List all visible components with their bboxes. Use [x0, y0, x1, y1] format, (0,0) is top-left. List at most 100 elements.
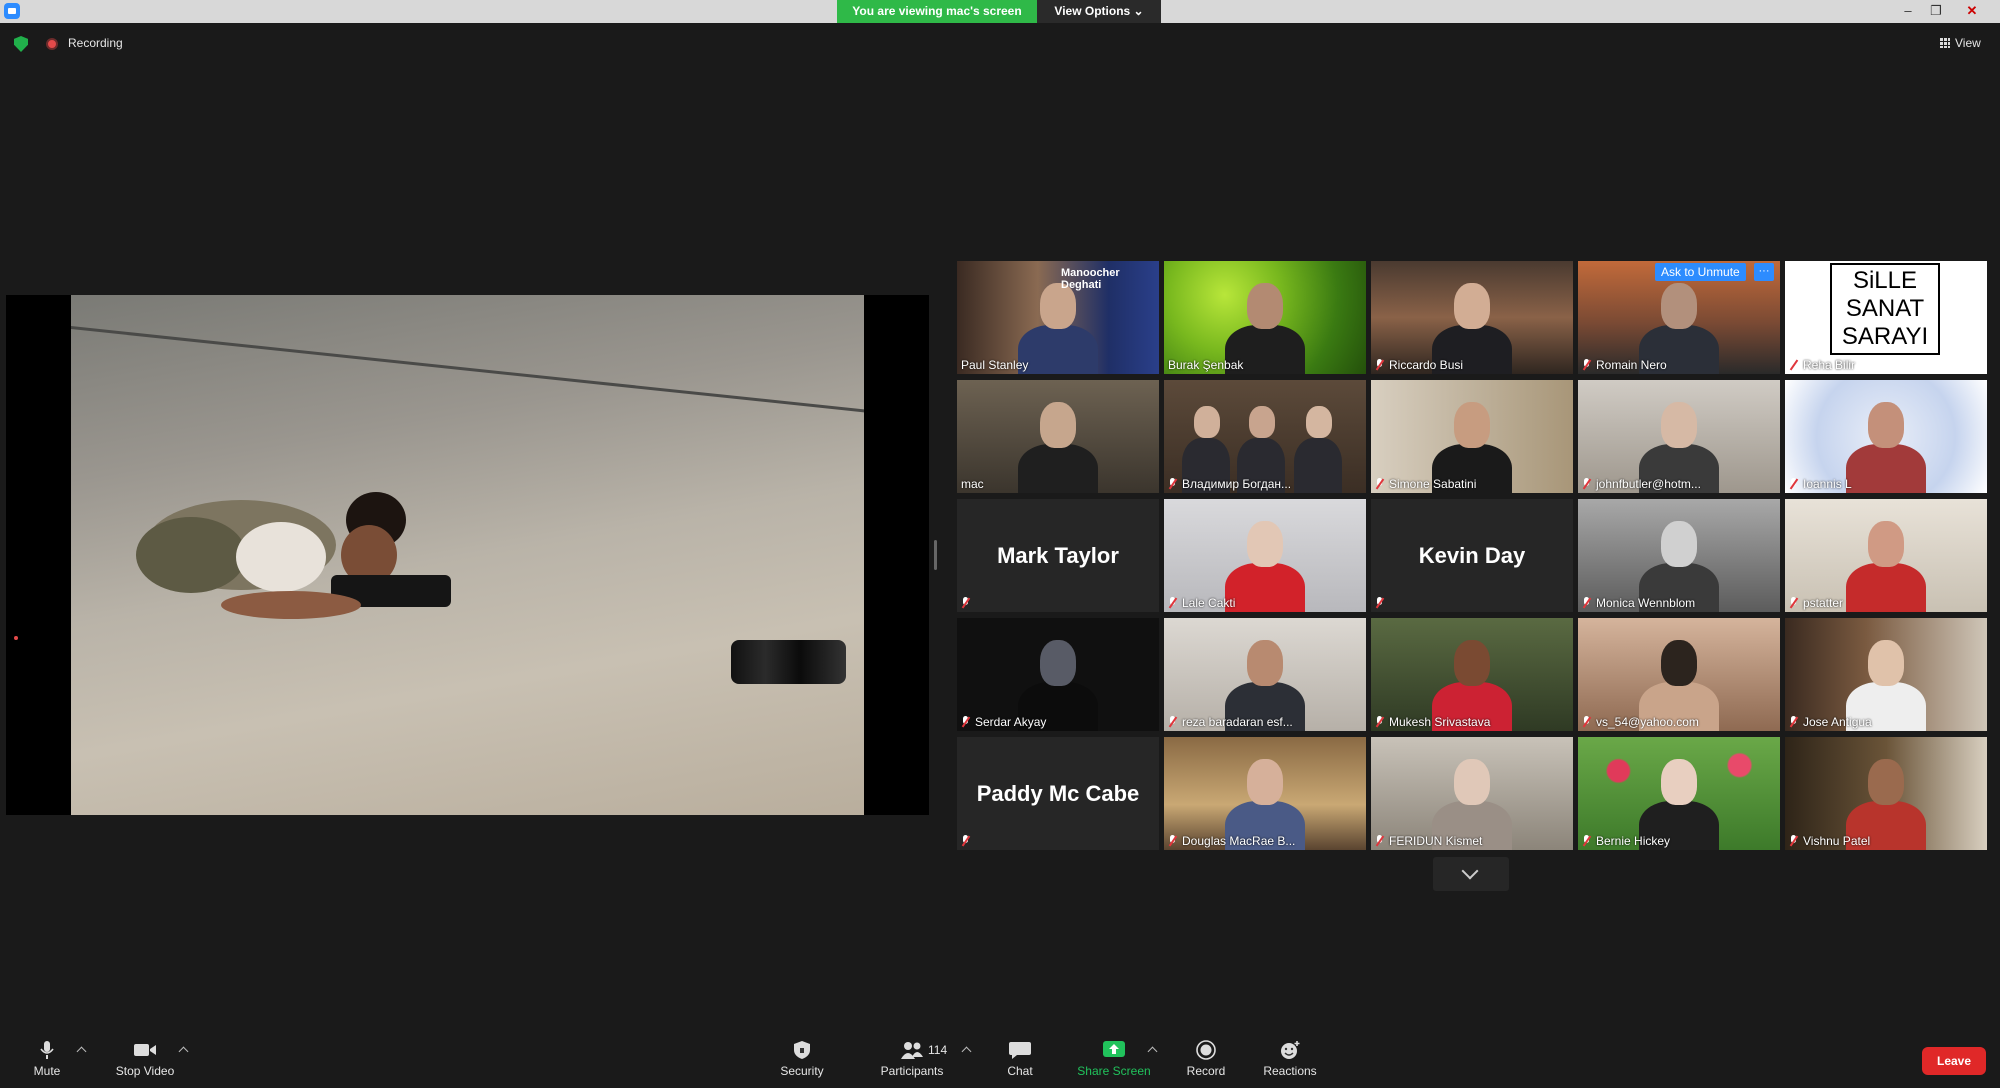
participant-tile[interactable]: Mark Taylor	[957, 499, 1159, 612]
participant-tile[interactable]: Vishnu Patel	[1785, 737, 1987, 850]
participant-name: Bernie Hickey	[1596, 834, 1671, 848]
participant-face	[1247, 283, 1283, 329]
participant-name: Douglas MacRae B...	[1182, 834, 1296, 848]
maximize-window-button[interactable]: ❐	[1922, 0, 1950, 23]
participant-name: Jose Antigua	[1803, 715, 1872, 729]
leave-meeting-button[interactable]: Leave	[1922, 1047, 1986, 1075]
participant-tile[interactable]: pstatter	[1785, 499, 1987, 612]
video-camera-icon	[134, 1044, 156, 1056]
muted-mic-icon	[961, 597, 970, 609]
gallery-view: Manoocher Deghati Paul Stanley Burak Şenba…	[957, 261, 1987, 851]
muted-mic-icon	[1582, 835, 1591, 847]
tile-more-options-button[interactable]: ···	[1754, 263, 1774, 281]
encryption-shield-icon[interactable]	[14, 36, 28, 52]
participant-name-bar: Serdar Akyay	[957, 713, 1159, 731]
participant-face	[1868, 759, 1904, 805]
participant-face	[1661, 283, 1697, 329]
participant-name: Reha Bilir	[1803, 358, 1856, 372]
participant-name: vs_54@yahoo.com	[1596, 715, 1699, 729]
participant-tile[interactable]: Romain Nero Ask to Unmute ···	[1578, 261, 1780, 374]
viewing-screen-banner: You are viewing mac's screen	[837, 0, 1037, 23]
participant-tile[interactable]: reza baradaran esf...	[1164, 618, 1366, 731]
reactions-label: Reactions	[1263, 1064, 1317, 1078]
participant-name: Riccardo Busi	[1389, 358, 1464, 372]
participant-name: FERIDUN Kismet	[1389, 834, 1483, 848]
participant-tile[interactable]: Simone Sabatini	[1371, 380, 1573, 493]
participant-tile[interactable]: Ioannis L	[1785, 380, 1987, 493]
muted-mic-icon	[1789, 597, 1798, 609]
chat-bubble-icon	[1009, 1042, 1031, 1059]
participant-tile[interactable]: Monica Wennblom	[1578, 499, 1780, 612]
participant-name: Burak Şenbak	[1168, 358, 1244, 372]
participant-face	[1454, 283, 1490, 329]
muted-mic-icon	[1582, 359, 1591, 371]
photo-camera-lens	[731, 640, 846, 684]
participant-name: Simone Sabatini	[1389, 477, 1477, 491]
logo-text-line: SiLLE	[1852, 267, 1918, 294]
pointer-mark	[14, 636, 18, 640]
participant-name-bar: FERIDUN Kismet	[1371, 832, 1573, 850]
participant-face	[1868, 402, 1904, 448]
participant-tile[interactable]: Jose Antigua	[1785, 618, 1987, 731]
mute-button[interactable]: Mute	[22, 1030, 72, 1088]
view-options-button[interactable]: View Options ⌄	[1037, 0, 1161, 23]
gallery-next-page-button[interactable]	[1433, 857, 1509, 891]
participant-tile[interactable]: FERIDUN Kismet	[1371, 737, 1573, 850]
participant-name-bar: Lale Cakti	[1164, 594, 1366, 612]
video-banner-text: Manoocher Deghati	[1061, 267, 1120, 291]
logo-text-line: SANAT	[1845, 295, 1925, 322]
close-window-button[interactable]: ✕	[1958, 0, 1986, 23]
participant-tile[interactable]: SiLLE SANAT SARAYI Reha Bilir	[1785, 261, 1987, 374]
participant-tile[interactable]: vs_54@yahoo.com	[1578, 618, 1780, 731]
participant-name: Ioannis L	[1803, 477, 1852, 491]
participant-tile[interactable]: johnfbutler@hotm...	[1578, 380, 1780, 493]
participants-icon	[901, 1042, 923, 1059]
security-button[interactable]: Security	[777, 1030, 827, 1088]
participant-name: Vishnu Patel	[1803, 834, 1871, 848]
muted-mic-icon	[961, 835, 970, 847]
reactions-smiley-icon	[1281, 1041, 1300, 1059]
muted-mic-icon	[1582, 597, 1591, 609]
participant-face	[1661, 759, 1697, 805]
share-screen-button[interactable]: Share Screen	[1074, 1030, 1154, 1088]
record-label: Record	[1186, 1064, 1226, 1078]
minimize-window-button[interactable]: –	[1894, 0, 1922, 23]
participant-tile[interactable]: Paddy Mc Cabe	[957, 737, 1159, 850]
participant-tile[interactable]: Manoocher Deghati Paul Stanley	[957, 261, 1159, 374]
audio-options-caret[interactable]	[76, 1046, 87, 1057]
participant-tile[interactable]: Bernie Hickey	[1578, 737, 1780, 850]
participant-tile[interactable]: mac	[957, 380, 1159, 493]
participant-face	[1868, 521, 1904, 567]
participant-face	[1247, 759, 1283, 805]
participant-tile[interactable]: Mukesh Srivastava	[1371, 618, 1573, 731]
chat-button[interactable]: Chat	[1000, 1030, 1040, 1088]
record-button[interactable]: Record	[1182, 1030, 1230, 1088]
grid-icon	[1940, 38, 1950, 48]
muted-mic-icon	[1582, 716, 1591, 728]
participant-tile[interactable]: Riccardo Busi	[1371, 261, 1573, 374]
ask-to-unmute-button[interactable]: Ask to Unmute	[1655, 263, 1746, 281]
participant-tile[interactable]: Lale Cakti	[1164, 499, 1366, 612]
reactions-button[interactable]: Reactions	[1260, 1030, 1320, 1088]
zoom-app-icon	[4, 3, 20, 19]
participant-name-bar: Paul Stanley	[957, 356, 1159, 374]
participants-options-caret[interactable]	[961, 1046, 972, 1057]
participant-tile[interactable]: Douglas MacRae B...	[1164, 737, 1366, 850]
participant-name: Serdar Akyay	[975, 715, 1047, 729]
stop-video-button[interactable]: Stop Video	[108, 1030, 182, 1088]
participant-tile[interactable]: Serdar Akyay	[957, 618, 1159, 731]
participant-tile[interactable]: Владимир Богдан...	[1164, 380, 1366, 493]
participant-name: Lale Cakti	[1182, 596, 1236, 610]
view-layout-button[interactable]: View	[1940, 36, 1981, 50]
panel-splitter-handle[interactable]	[934, 540, 937, 570]
record-icon	[1196, 1040, 1216, 1060]
participant-tile[interactable]: Kevin Day	[1371, 499, 1573, 612]
participant-name-bar: mac	[957, 475, 1159, 493]
participant-tile[interactable]: Burak Şenbak	[1164, 261, 1366, 374]
participants-button[interactable]: Participants	[876, 1030, 948, 1088]
participant-face	[1454, 402, 1490, 448]
participant-name-bar: Bernie Hickey	[1578, 832, 1780, 850]
participant-name-bar	[1371, 594, 1573, 612]
muted-mic-icon	[1168, 835, 1177, 847]
shared-photo	[71, 295, 864, 815]
